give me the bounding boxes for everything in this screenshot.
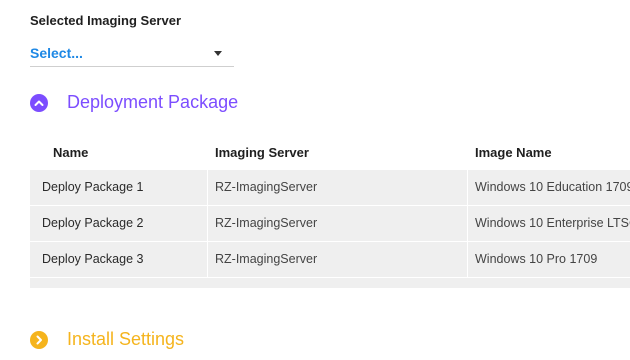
cell-name: Deploy Package 2 <box>42 216 144 230</box>
caret-down-icon <box>214 51 222 56</box>
chevron-up-circle-icon[interactable] <box>30 93 48 112</box>
imaging-server-select-value: Select... <box>30 45 83 61</box>
chevron-right-circle-icon[interactable] <box>30 330 48 349</box>
deployment-package-title: Deployment Package <box>67 92 239 112</box>
table-header: Name Imaging Server Image Name <box>30 134 630 170</box>
column-header-image-name[interactable]: Image Name <box>475 145 552 160</box>
cell-image-name: Windows 10 Enterprise LTSC <box>475 216 630 230</box>
column-header-name[interactable]: Name <box>53 145 88 160</box>
imaging-panel: Selected Imaging Server Select... Deploy… <box>0 0 630 360</box>
horizontal-scrollbar-track[interactable] <box>30 278 630 288</box>
imaging-server-select[interactable]: Select... <box>30 40 234 67</box>
cell-image-name: Windows 10 Pro 1709 <box>475 252 598 266</box>
install-settings-title: Install Settings <box>67 329 185 349</box>
column-header-imaging-server[interactable]: Imaging Server <box>215 145 309 160</box>
table-row[interactable]: Deploy Package 3 RZ-ImagingServer Window… <box>30 242 630 278</box>
column-divider <box>467 170 468 278</box>
cell-name: Deploy Package 1 <box>42 180 144 194</box>
deployment-package-table: Name Imaging Server Image Name Deploy Pa… <box>30 134 630 288</box>
cell-name: Deploy Package 3 <box>42 252 144 266</box>
deployment-package-header[interactable]: Deployment Package <box>30 92 238 113</box>
install-settings-header[interactable]: Install Settings <box>30 329 184 350</box>
table-row[interactable]: Deploy Package 1 RZ-ImagingServer Window… <box>30 170 630 206</box>
cell-imaging-server: RZ-ImagingServer <box>215 180 318 194</box>
cell-imaging-server: RZ-ImagingServer <box>215 216 318 230</box>
column-divider <box>207 170 208 278</box>
imaging-server-label: Selected Imaging Server <box>30 13 182 28</box>
table-row[interactable]: Deploy Package 2 RZ-ImagingServer Window… <box>30 206 630 242</box>
cell-imaging-server: RZ-ImagingServer <box>215 252 318 266</box>
cell-image-name: Windows 10 Education 1709 <box>475 180 630 194</box>
